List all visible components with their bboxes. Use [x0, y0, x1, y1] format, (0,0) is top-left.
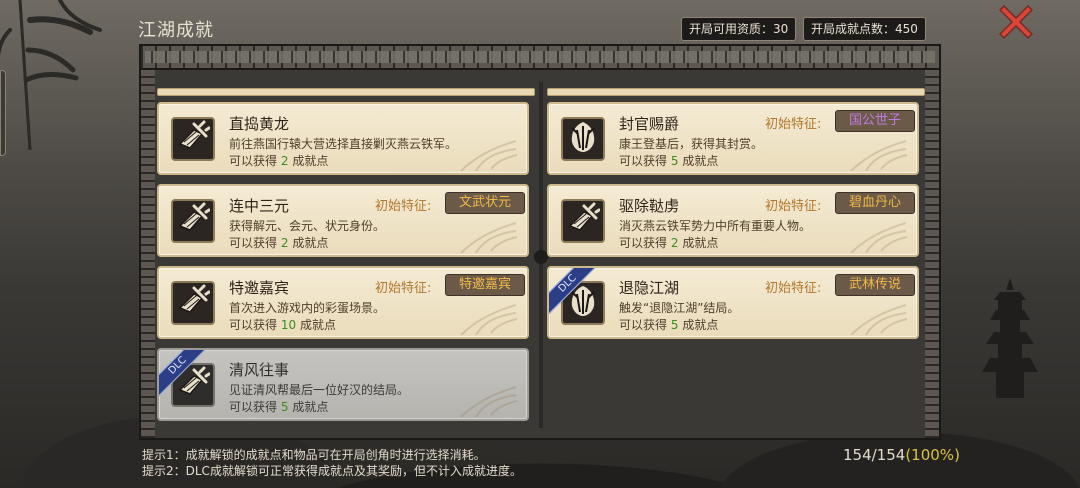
- reward-points: 5: [670, 318, 679, 332]
- reward-prefix: 可以获得: [229, 154, 278, 168]
- total-points-value: 450: [895, 22, 918, 36]
- available-points-value: 30: [773, 22, 789, 36]
- achievement-card[interactable]: 特邀嘉宾首次进入游戏内的彩蛋场景。 可以获得 10 成就点 初始特征: 特邀嘉宾: [157, 266, 529, 339]
- achievement-panel: 直捣黄龙 前往燕国行辕大营选择直接剿灭燕云铁军。 可以获得 2 成就点 封官赐爵 康王登…: [139, 44, 941, 440]
- trait-label: 初始特征:: [765, 281, 822, 296]
- reward-prefix: 可以获得: [619, 236, 668, 250]
- reward-prefix: 可以获得: [229, 400, 278, 414]
- panel-right-rail: [925, 70, 939, 438]
- trait-badge[interactable]: 武林传说: [835, 274, 915, 296]
- achievement-title: 封官赐爵: [619, 115, 680, 133]
- progress-percent: (100%): [905, 446, 960, 464]
- reward-suffix: 成就点: [292, 154, 329, 168]
- hint-1: 提示1：成就解锁的成就点和物品可在开局创角时进行选择消耗。: [142, 448, 486, 462]
- reward-suffix: 成就点: [682, 236, 719, 250]
- achievement-title: 清风往事: [229, 361, 290, 379]
- achievement-card[interactable]: 封官赐爵康王登基后，获得其封赏。 可以获得 5 成就点 初始特征: 国公世子: [547, 102, 919, 175]
- reward-prefix: 可以获得: [229, 318, 278, 332]
- trait-badge[interactable]: 文武状元: [445, 192, 525, 214]
- achievement-reward: 可以获得 2 成就点: [619, 234, 718, 251]
- achievement-reward: 可以获得 2 成就点: [229, 234, 328, 251]
- achievement-reward: 可以获得 5 成就点: [619, 316, 718, 333]
- pagoda-silhouette: [982, 278, 1038, 398]
- reward-points: 5: [280, 400, 289, 414]
- bamboo-watermark: [850, 140, 908, 171]
- achievement-icon-frame: [561, 117, 605, 161]
- achievement-card[interactable]: 连中三元获得解元、会元、状元身份。 可以获得 2 成就点 初始特征: 文武状元: [157, 184, 529, 257]
- achievement-description: 首次进入游戏内的彩蛋场景。: [229, 301, 386, 315]
- bamboo-watermark: [850, 222, 908, 253]
- crest-icon: [566, 120, 600, 158]
- achievement-icon-frame: [171, 199, 215, 243]
- achievement-description: 触发“退隐江湖”结局。: [619, 301, 740, 315]
- scroll-sword-icon: [176, 284, 211, 322]
- reward-suffix: 成就点: [682, 318, 719, 332]
- achievement-progress: 154/154(100%): [843, 446, 960, 464]
- reward-suffix: 成就点: [292, 400, 329, 414]
- reward-points: 2: [280, 154, 289, 168]
- trait-badge[interactable]: 特邀嘉宾: [445, 274, 525, 296]
- reward-prefix: 可以获得: [619, 154, 668, 168]
- trait-badge[interactable]: 国公世子: [835, 110, 915, 132]
- panel-left-rail: [141, 70, 155, 438]
- panel-top-border: [141, 46, 939, 70]
- reward-points: 2: [670, 236, 679, 250]
- hint-2: 提示2：DLC成就解锁可正常获得成就点及其奖励，但不计入成就进度。: [142, 464, 522, 478]
- bamboo-watermark: [850, 304, 908, 335]
- reward-prefix: 可以获得: [229, 236, 278, 250]
- achievement-title: 驱除鞑虏: [619, 197, 680, 215]
- available-points-label: 开局可用资质：: [689, 22, 774, 36]
- achievement-description: 见证清风帮最后一位好汉的结局。: [229, 383, 410, 397]
- bamboo-watermark: [460, 304, 518, 335]
- achievement-title: 特邀嘉宾: [229, 279, 290, 297]
- achievement-card[interactable]: 退隐江湖 触发“退隐江湖”结局。 可以获得 5 成就点 初始特征: 武林传说 DLC: [547, 266, 919, 339]
- bamboo-watermark: [460, 386, 518, 417]
- trait-label: 初始特征:: [765, 117, 822, 132]
- reward-prefix: 可以获得: [619, 318, 668, 332]
- reward-points: 5: [670, 154, 679, 168]
- achievement-description: 前往燕国行辕大营选择直接剿灭燕云铁军。: [229, 137, 458, 151]
- bamboo-watermark: [460, 140, 518, 171]
- achievement-reward: 可以获得 10 成就点: [229, 316, 336, 333]
- achievement-description: 康王登基后，获得其封赏。: [619, 137, 764, 151]
- reward-suffix: 成就点: [299, 318, 336, 332]
- total-points-label: 开局成就点数：: [811, 22, 896, 36]
- reward-suffix: 成就点: [292, 236, 329, 250]
- reward-points: 10: [280, 318, 297, 332]
- available-points-box: 开局可用资质：30: [681, 17, 797, 41]
- bamboo-watermark: [460, 222, 518, 253]
- scroll-sword-icon: [176, 202, 211, 240]
- reward-points: 2: [280, 236, 289, 250]
- achievement-icon-frame: [171, 281, 215, 325]
- progress-count: 154/154: [843, 446, 906, 464]
- bamboo-decoration: [0, 0, 102, 150]
- achievement-icon-frame: [561, 199, 605, 243]
- achievement-card[interactable]: 直捣黄龙前往燕国行辕大营选择直接剿灭燕云铁军。 可以获得 2 成就点: [157, 102, 529, 175]
- achievement-card[interactable]: 清风往事 见证清风帮最后一位好汉的结局。 可以获得 5 成就点 DLC: [157, 348, 529, 421]
- page-title: 江湖成就: [138, 20, 214, 41]
- close-icon[interactable]: [998, 4, 1034, 40]
- side-drawer-tab[interactable]: [0, 70, 6, 156]
- achievement-icon-frame: [171, 117, 215, 161]
- scroll-sword-icon: [176, 120, 211, 158]
- achievement-title: 直捣黄龙: [229, 115, 290, 133]
- achievement-title: 连中三元: [229, 197, 290, 215]
- list-top-edge: [547, 88, 925, 96]
- scroll-sword-icon: [566, 202, 601, 240]
- list-top-edge: [157, 88, 535, 96]
- trait-badge[interactable]: 碧血丹心: [835, 192, 915, 214]
- achievement-description: 消灭燕云铁军势力中所有重要人物。: [619, 219, 812, 233]
- achievement-reward: 可以获得 2 成就点: [229, 152, 328, 169]
- achievement-title: 退隐江湖: [619, 279, 680, 297]
- trait-label: 初始特征:: [765, 199, 822, 214]
- total-points-box: 开局成就点数：450: [803, 17, 926, 41]
- trait-label: 初始特征:: [375, 199, 432, 214]
- achievement-card[interactable]: 驱除鞑虏消灭燕云铁军势力中所有重要人物。 可以获得 2 成就点 初始特征: 碧血丹心: [547, 184, 919, 257]
- reward-suffix: 成就点: [682, 154, 719, 168]
- achievement-reward: 可以获得 5 成就点: [619, 152, 718, 169]
- trait-label: 初始特征:: [375, 281, 432, 296]
- achievement-description: 获得解元、会元、状元身份。: [229, 219, 386, 233]
- column-divider: [534, 82, 548, 428]
- achievement-reward: 可以获得 5 成就点: [229, 398, 328, 415]
